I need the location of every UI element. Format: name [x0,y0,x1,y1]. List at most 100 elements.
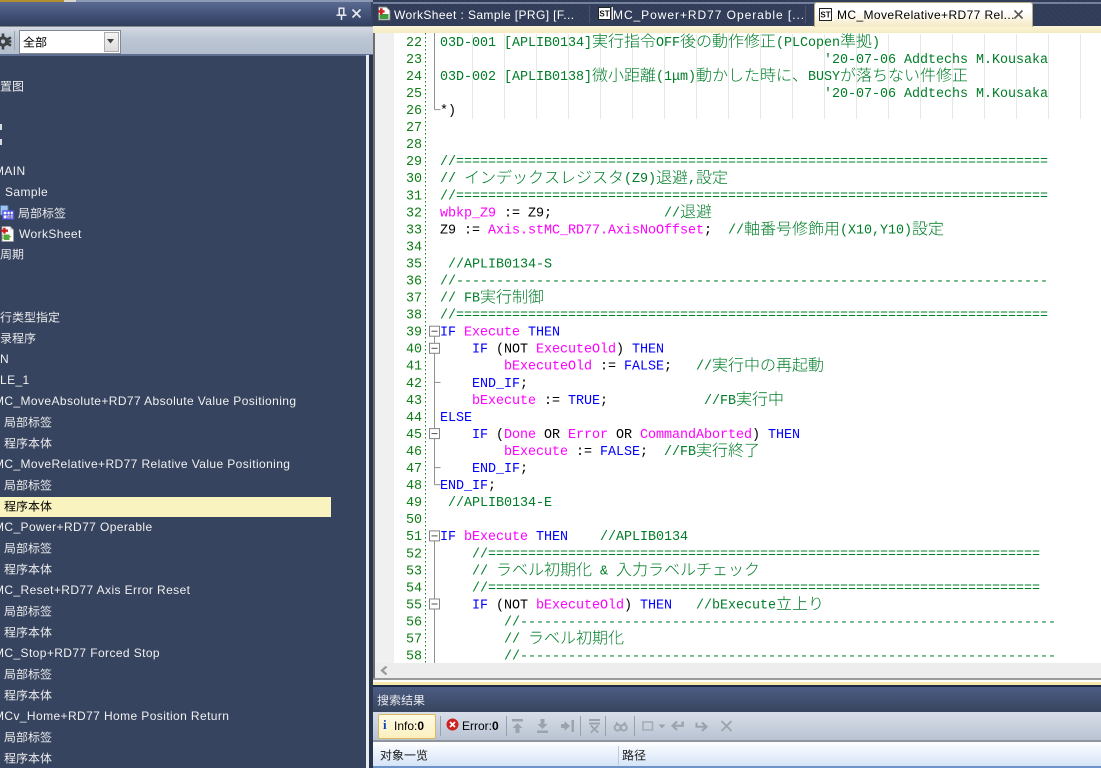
svg-text:03D-002 [APLIB0138]: 03D-002 [APLIB0138] [440,70,592,85]
svg-text:31: 31 [406,189,422,204]
svg-text://----------------------------: //--------------------------------------… [504,616,1056,631]
svg-text:ExecuteOld: ExecuteOld [536,343,616,358]
svg-text:THEN: THEN [768,428,800,443]
svg-text:(NOT: (NOT [496,598,528,613]
svg-text:03D-001 [APLIB0134]: 03D-001 [APLIB0134] [440,36,592,51]
svg-text:(PLCopen: (PLCopen [776,36,840,51]
svg-text://============================: //======================================… [472,547,1040,562]
svg-text://APLIB0134-S: //APLIB0134-S [448,257,552,272]
svg-text://APLIB0134: //APLIB0134 [600,530,688,545]
svg-text:bExecute: bExecute [472,394,536,409]
svg-text:35: 35 [406,257,422,272]
svg-text::=: := [576,445,592,460]
svg-text:;: ; [520,377,528,392]
svg-text:): ) [616,343,624,358]
svg-text:): ) [624,598,632,613]
svg-text:;: ; [704,223,712,238]
svg-text:30: 30 [406,172,422,187]
svg-text:bExecuteOld: bExecuteOld [536,598,624,613]
svg-text:39: 39 [406,326,422,341]
svg-text:50: 50 [406,513,422,528]
svg-text:): ) [752,428,760,443]
svg-text:49: 49 [406,496,422,511]
svg-text:IF: IF [440,326,456,341]
svg-text:THEN: THEN [528,326,560,341]
svg-text:ELSE: ELSE [440,411,472,426]
svg-text:23: 23 [406,53,422,68]
svg-text:(X10,Y10): (X10,Y10) [840,223,912,238]
svg-text:24: 24 [406,70,422,85]
svg-text:'20-07-06 Addtechs M.Kousaka: '20-07-06 Addtechs M.Kousaka [824,53,1048,68]
svg-text:Error: Error [568,428,608,443]
svg-text:bExecuteOld: bExecuteOld [504,360,592,375]
svg-text:58: 58 [406,650,422,665]
svg-text:25: 25 [406,87,422,102]
svg-text:;: ; [600,394,608,409]
svg-text:(NOT: (NOT [496,343,528,358]
svg-text:): ) [872,36,880,51]
svg-text:THEN: THEN [632,343,664,358]
svg-text:IF: IF [472,343,488,358]
svg-text:IF: IF [440,530,456,545]
svg-text:END_IF: END_IF [440,479,488,494]
svg-text:32: 32 [406,206,422,221]
svg-text:OFF: OFF [656,36,680,51]
svg-text:,: , [688,172,696,187]
svg-text://============================: //======================================… [440,155,1048,170]
svg-text://APLIB0134-E: //APLIB0134-E [448,496,552,511]
svg-text:(: ( [496,428,504,443]
svg-text:Axis.stMC_RD77.AxisNoOffset: Axis.stMC_RD77.AxisNoOffset [488,223,704,238]
svg-text:THEN: THEN [640,598,672,613]
svg-text:wbkp_Z9: wbkp_Z9 [440,206,496,221]
svg-text:26: 26 [406,104,422,119]
svg-text:33: 33 [406,223,422,238]
svg-text:55: 55 [406,598,422,613]
svg-text:44: 44 [406,411,422,426]
svg-text:Done: Done [504,428,536,443]
svg-text:FALSE: FALSE [624,360,664,375]
svg-text:;: ; [664,360,672,375]
svg-text:THEN: THEN [536,530,568,545]
svg-text:46: 46 [406,445,422,460]
svg-text:48: 48 [406,479,422,494]
svg-text://============================: //======================================… [472,581,1040,596]
svg-text:;: ; [520,462,528,477]
svg-text://----------------------------: //--------------------------------------… [504,650,1056,665]
svg-text::=: := [600,360,616,375]
svg-text:45: 45 [406,428,422,443]
svg-text://bExecute: //bExecute [696,598,776,613]
svg-text:*): *) [440,104,456,119]
svg-text:'20-07-06 Addtechs M.Kousaka: '20-07-06 Addtechs M.Kousaka [824,87,1048,102]
svg-text:28: 28 [406,138,422,153]
svg-text://----------------------------: //--------------------------------------… [440,275,1048,290]
svg-text:36: 36 [406,275,422,290]
svg-text://============================: //======================================… [440,189,1048,204]
svg-text:&: & [592,564,616,579]
svg-text:OR: OR [544,428,560,443]
svg-text:42: 42 [406,377,422,392]
svg-text:END_IF: END_IF [472,462,520,477]
svg-text://: // [696,360,712,375]
svg-text:27: 27 [406,121,422,136]
svg-text://============================: //======================================… [440,309,1048,324]
svg-text:43: 43 [406,394,422,409]
svg-text:41: 41 [406,360,422,375]
svg-text:(Z9): (Z9) [624,172,656,187]
svg-text:22: 22 [406,36,422,51]
svg-text:IF: IF [472,428,488,443]
svg-text:FALSE: FALSE [600,445,640,460]
svg-text:47: 47 [406,462,422,477]
svg-text:56: 56 [406,616,422,631]
svg-text:Execute: Execute [464,326,520,341]
svg-text:// FB: // FB [440,292,480,307]
svg-text:29: 29 [406,155,422,170]
svg-text:53: 53 [406,564,422,579]
svg-text:Z9 :=: Z9 := [440,223,488,238]
svg-text://FB: //FB [704,394,736,409]
svg-text:IF: IF [472,598,488,613]
svg-text::=: := [544,394,560,409]
svg-text:CommandAborted: CommandAborted [640,428,752,443]
svg-text:OR: OR [616,428,632,443]
svg-text:;: ; [488,479,496,494]
svg-text:END_IF: END_IF [472,377,520,392]
